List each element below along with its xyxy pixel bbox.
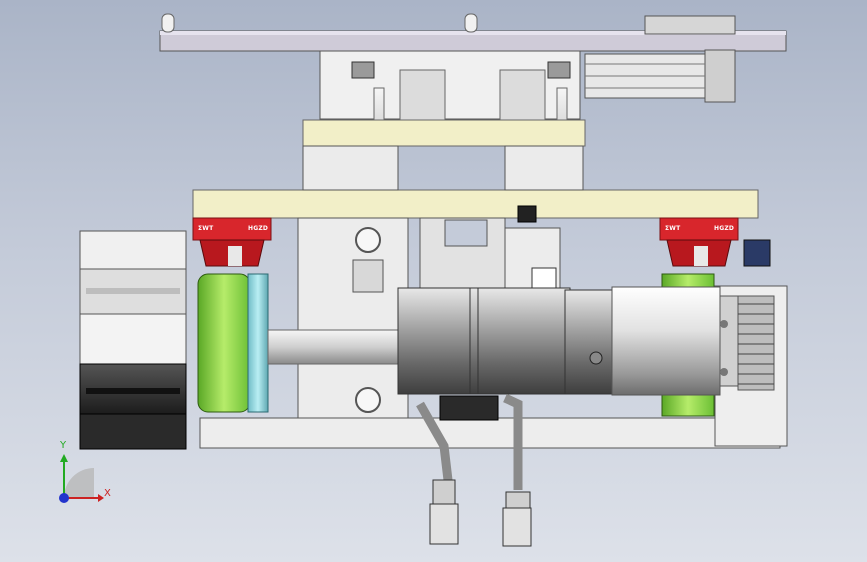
rail-right-label-b: HGZD bbox=[714, 225, 734, 232]
horizontal-shaft[interactable] bbox=[267, 329, 404, 365]
cable-chain[interactable] bbox=[79, 230, 187, 450]
axis-x-label: X bbox=[104, 488, 111, 499]
upper-cream-plate[interactable] bbox=[302, 119, 586, 147]
main-cream-plate[interactable] bbox=[192, 189, 759, 219]
green-pulley-left[interactable] bbox=[197, 273, 269, 413]
axis-y-label: Y bbox=[60, 440, 67, 451]
coordinate-triad bbox=[59, 454, 104, 503]
sensor-block[interactable] bbox=[743, 239, 771, 267]
rail-right-label-a: ΣWT bbox=[665, 225, 681, 232]
gearbox[interactable] bbox=[611, 286, 739, 396]
pneumatic-cylinder[interactable] bbox=[584, 15, 736, 103]
upper-bracket[interactable] bbox=[319, 50, 581, 121]
timing-pulley[interactable] bbox=[737, 295, 775, 391]
rail-left-label-a: ΣWT bbox=[198, 225, 214, 232]
base-plate[interactable] bbox=[199, 417, 781, 449]
assembly-drawing[interactable]: ΣWT HGZD ΣWT HGZD bbox=[0, 0, 867, 562]
cad-viewport[interactable]: ΣWT HGZD ΣWT HGZD X Y bbox=[0, 0, 867, 562]
servo-motor[interactable] bbox=[397, 287, 614, 395]
rail-left-label-b: HGZD bbox=[248, 225, 268, 232]
